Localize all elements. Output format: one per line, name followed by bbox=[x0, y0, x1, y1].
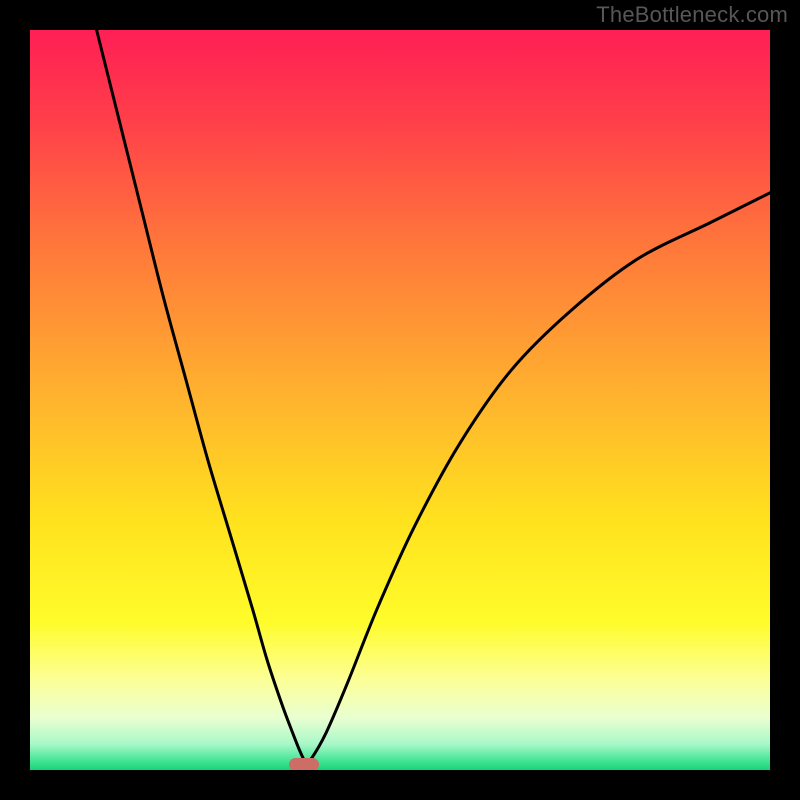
plot-area bbox=[30, 30, 770, 770]
optimal-point-marker bbox=[289, 758, 319, 770]
bottleneck-curve bbox=[30, 30, 770, 770]
chart-frame: TheBottleneck.com bbox=[0, 0, 800, 800]
watermark-text: TheBottleneck.com bbox=[596, 2, 788, 28]
